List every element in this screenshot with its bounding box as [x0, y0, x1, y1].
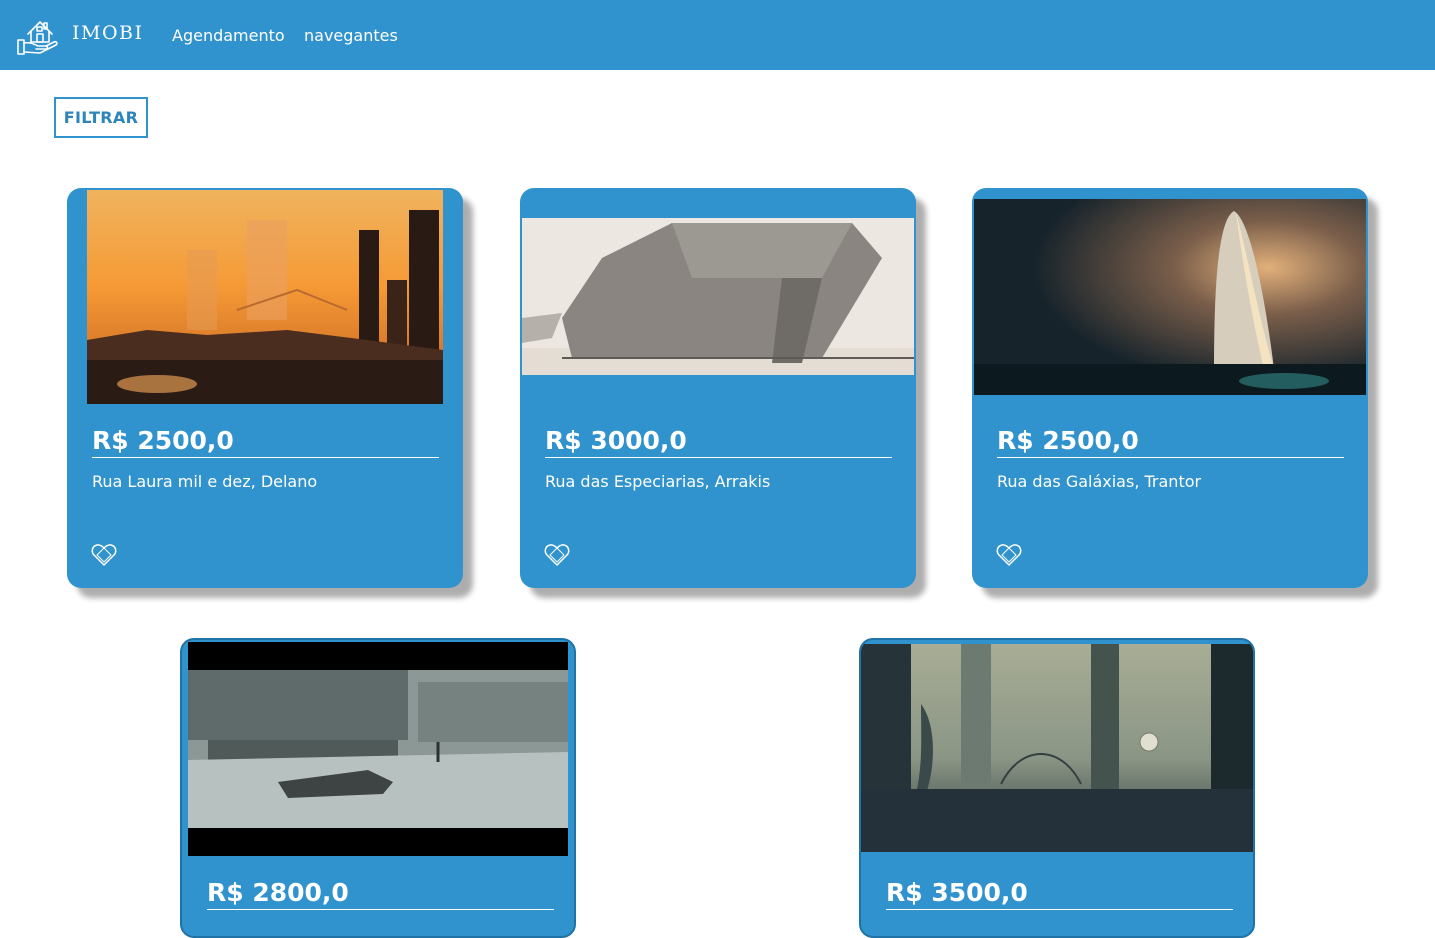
listing-price: R$ 2500,0: [92, 426, 439, 458]
house-in-hands-icon[interactable]: [16, 14, 60, 56]
listing-card[interactable]: R$ 2800,0: [180, 638, 576, 938]
listing-price: R$ 2800,0: [207, 878, 554, 910]
listing-price: R$ 3500,0: [886, 878, 1233, 910]
listing-card[interactable]: R$ 2500,0 Rua das Galáxias, Trantor: [972, 188, 1368, 588]
misty-cyberpunk-city-image: [861, 644, 1253, 852]
listing-card[interactable]: R$ 3500,0: [859, 638, 1255, 938]
cosmic-monolith-image: [974, 199, 1366, 395]
listing-address: Rua Laura mil e dez, Delano: [92, 472, 318, 491]
listing-address: Rua das Galáxias, Trantor: [997, 472, 1202, 491]
listing-card[interactable]: R$ 3000,0 Rua das Especiarias, Arrakis: [520, 188, 916, 588]
heart-outline-icon[interactable]: [544, 542, 570, 568]
listing-price: R$ 3000,0: [545, 426, 892, 458]
sunset-futuristic-city-image: [87, 190, 443, 404]
heart-outline-icon[interactable]: [91, 542, 117, 568]
filter-button[interactable]: FILTRAR: [54, 97, 148, 138]
listing-price: R$ 2500,0: [997, 426, 1344, 458]
nav-link-navegantes[interactable]: navegantes: [304, 26, 398, 45]
nav-link-agendamento[interactable]: Agendamento: [172, 26, 285, 45]
desert-megastructure-image: [522, 218, 914, 375]
listing-card[interactable]: R$ 2500,0 Rua Laura mil e dez, Delano: [67, 188, 463, 588]
top-navbar: IMOBI Agendamento navegantes: [0, 0, 1435, 70]
brand-name[interactable]: IMOBI: [72, 22, 144, 44]
listing-address: Rua das Especiarias, Arrakis: [545, 472, 771, 491]
heart-outline-icon[interactable]: [996, 542, 1022, 568]
brutalist-building-car-image: [188, 642, 568, 856]
